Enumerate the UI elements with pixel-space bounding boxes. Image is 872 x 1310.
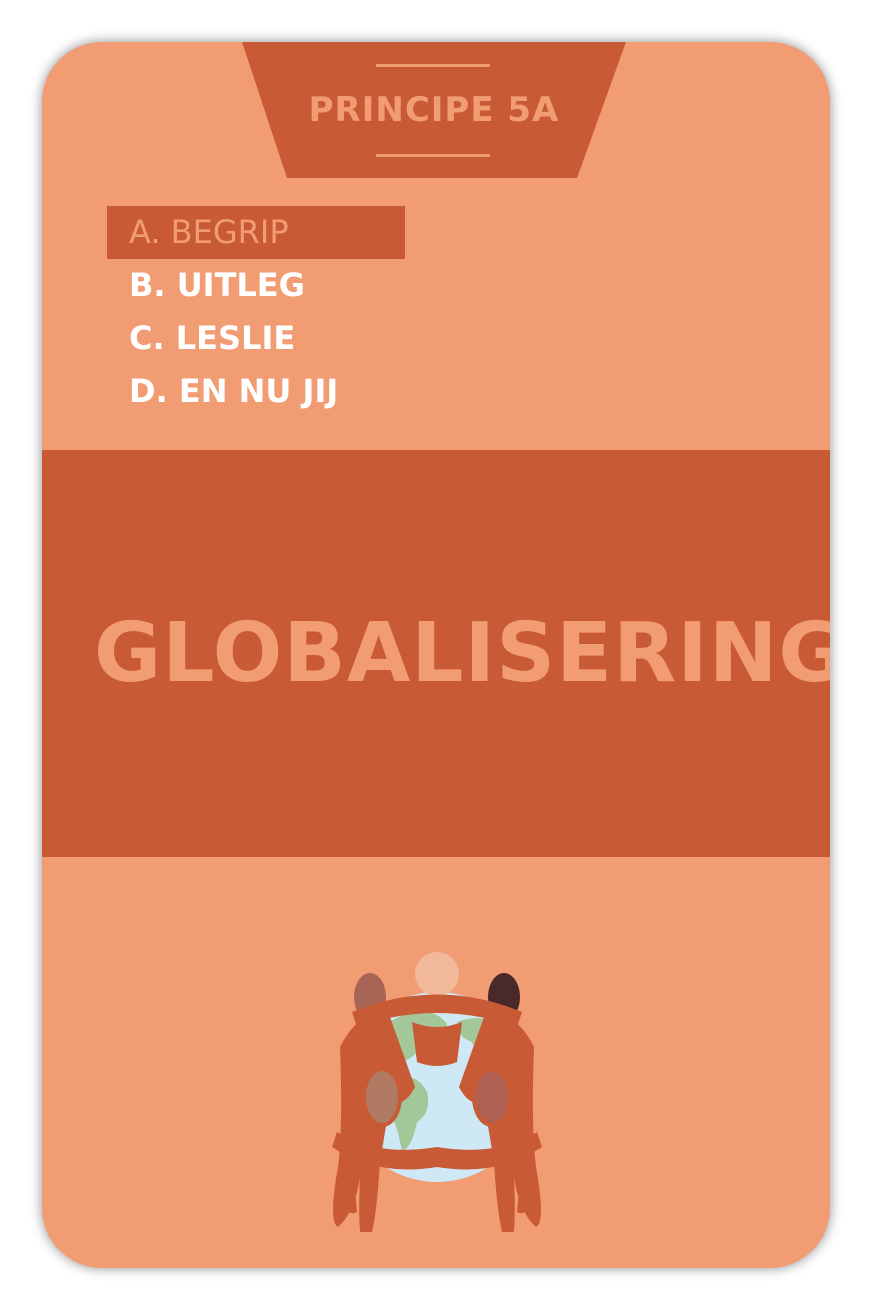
menu-item-leslie[interactable]: C. LESLIE [107,312,405,365]
tab-bottom-rule [376,154,490,157]
title-band: GLOBALISERING [42,450,830,857]
menu-item-begrip[interactable]: A. BEGRIP [107,206,405,259]
principle-label: PRINCIPE 5A [308,90,560,130]
card: PRINCIPE 5A A. BEGRIP B. UITLEG C. LESLI… [42,42,830,1268]
card-title: GLOBALISERING [94,606,830,701]
menu-item-uitleg[interactable]: B. UITLEG [107,259,405,312]
section-menu: A. BEGRIP B. UITLEG C. LESLIE D. EN NU J… [107,206,405,418]
menu-item-en-nu-jij[interactable]: D. EN NU JIJ [107,365,405,418]
principle-tab: PRINCIPE 5A [242,42,626,178]
people-around-globe-icon [282,902,592,1247]
tab-top-rule [376,64,490,67]
